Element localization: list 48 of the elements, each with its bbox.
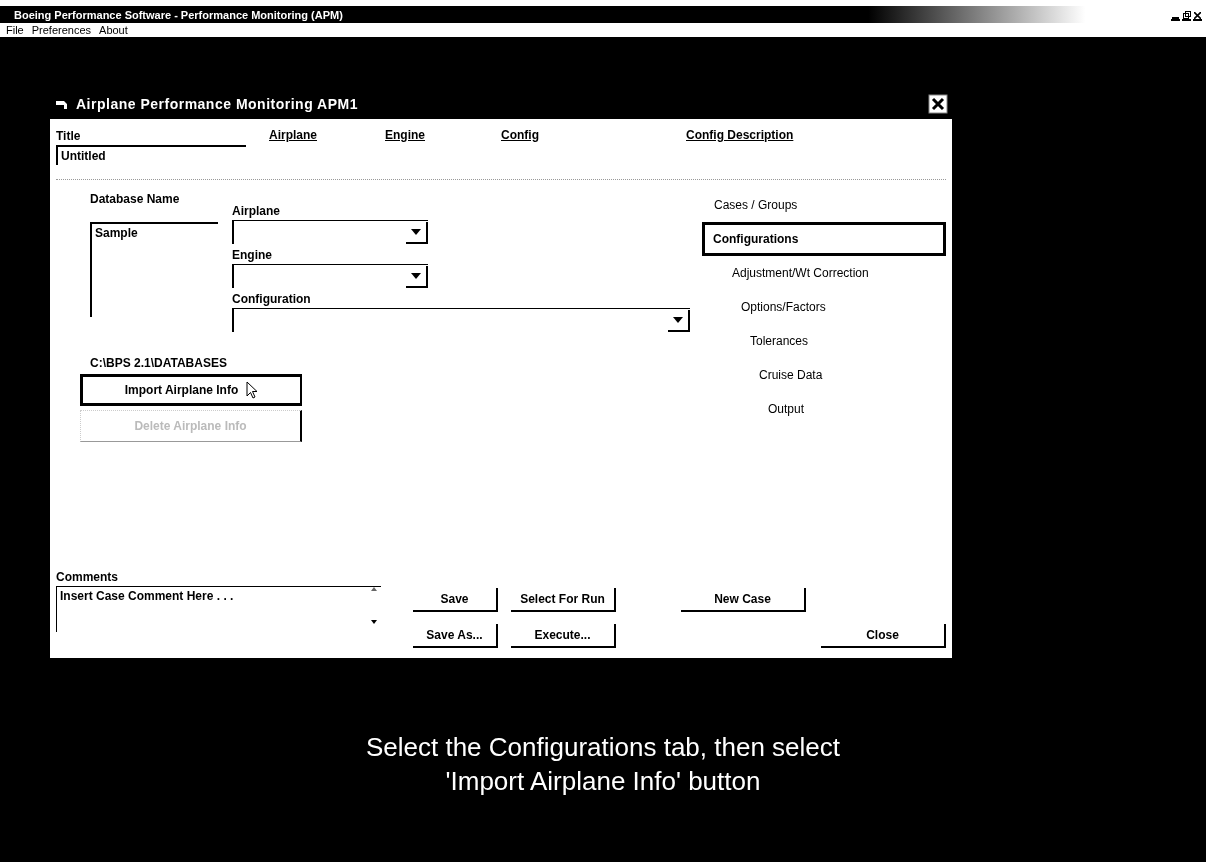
column-link[interactable]: Config — [501, 128, 539, 142]
action-button[interactable]: New Case — [681, 588, 806, 612]
dropdown-arrow-icon — [411, 229, 421, 235]
window-icon — [56, 99, 68, 109]
combo-label: Configuration — [232, 292, 312, 306]
cursor-icon — [246, 381, 259, 399]
combo-box[interactable] — [232, 264, 428, 288]
title-field[interactable]: Untitled — [56, 145, 246, 165]
database-name-label: Database Name — [90, 192, 181, 206]
action-button[interactable]: Execute... — [511, 624, 616, 648]
comment-field[interactable]: Insert Case Comment Here . . . — [56, 586, 381, 632]
tab[interactable]: Adjustment/Wt Correction — [724, 256, 946, 290]
combo-label: Engine — [232, 248, 273, 262]
tab[interactable]: Tolerances — [742, 324, 946, 358]
column-link[interactable]: Airplane — [269, 128, 317, 142]
menu-item[interactable]: File — [6, 24, 24, 36]
caption-text: Select the Configurations tab, then select — [365, 731, 841, 764]
airplane-info-button[interactable]: Import Airplane Info — [80, 374, 302, 406]
menu-item[interactable]: About — [99, 24, 128, 36]
scroll-down-icon[interactable] — [371, 620, 377, 624]
comments-label: Comments — [56, 570, 119, 584]
combo-box[interactable] — [232, 308, 690, 332]
dialog-title: Airplane Performance Monitoring APM1 — [76, 96, 358, 112]
tab[interactable]: Cruise Data — [751, 358, 946, 392]
combo-box[interactable] — [232, 220, 428, 244]
title-label: Title — [56, 129, 82, 143]
scroll-up-icon[interactable] — [371, 587, 377, 591]
tab[interactable]: Output — [760, 392, 946, 426]
column-link[interactable]: Config Description — [686, 128, 794, 142]
caption-text: 'Import Airplane Info' button — [445, 765, 761, 798]
tab[interactable]: Cases / Groups — [706, 188, 946, 222]
database-list[interactable]: Sample — [90, 222, 218, 317]
tab[interactable]: Configurations — [702, 222, 946, 256]
combo-label: Airplane — [232, 204, 281, 218]
tab[interactable]: Options/Factors — [733, 290, 946, 324]
dropdown-arrow-icon — [673, 317, 683, 323]
action-button[interactable]: Close — [821, 624, 946, 648]
list-item[interactable]: Sample — [95, 226, 215, 240]
action-button[interactable]: Save As... — [413, 624, 498, 648]
action-button[interactable]: Select For Run — [511, 588, 616, 612]
window-title: Boeing Performance Software - Performance Monitoring (APM) — [14, 8, 343, 21]
column-link[interactable]: Engine — [385, 128, 425, 142]
restore-icon[interactable] — [1182, 8, 1191, 21]
close-icon[interactable] — [928, 94, 948, 114]
menu-item[interactable]: Preferences — [31, 24, 92, 36]
action-button[interactable]: Save — [413, 588, 498, 612]
dropdown-arrow-icon — [411, 273, 421, 279]
database-path: C:\BPS 2.1\DATABASES — [90, 356, 228, 370]
